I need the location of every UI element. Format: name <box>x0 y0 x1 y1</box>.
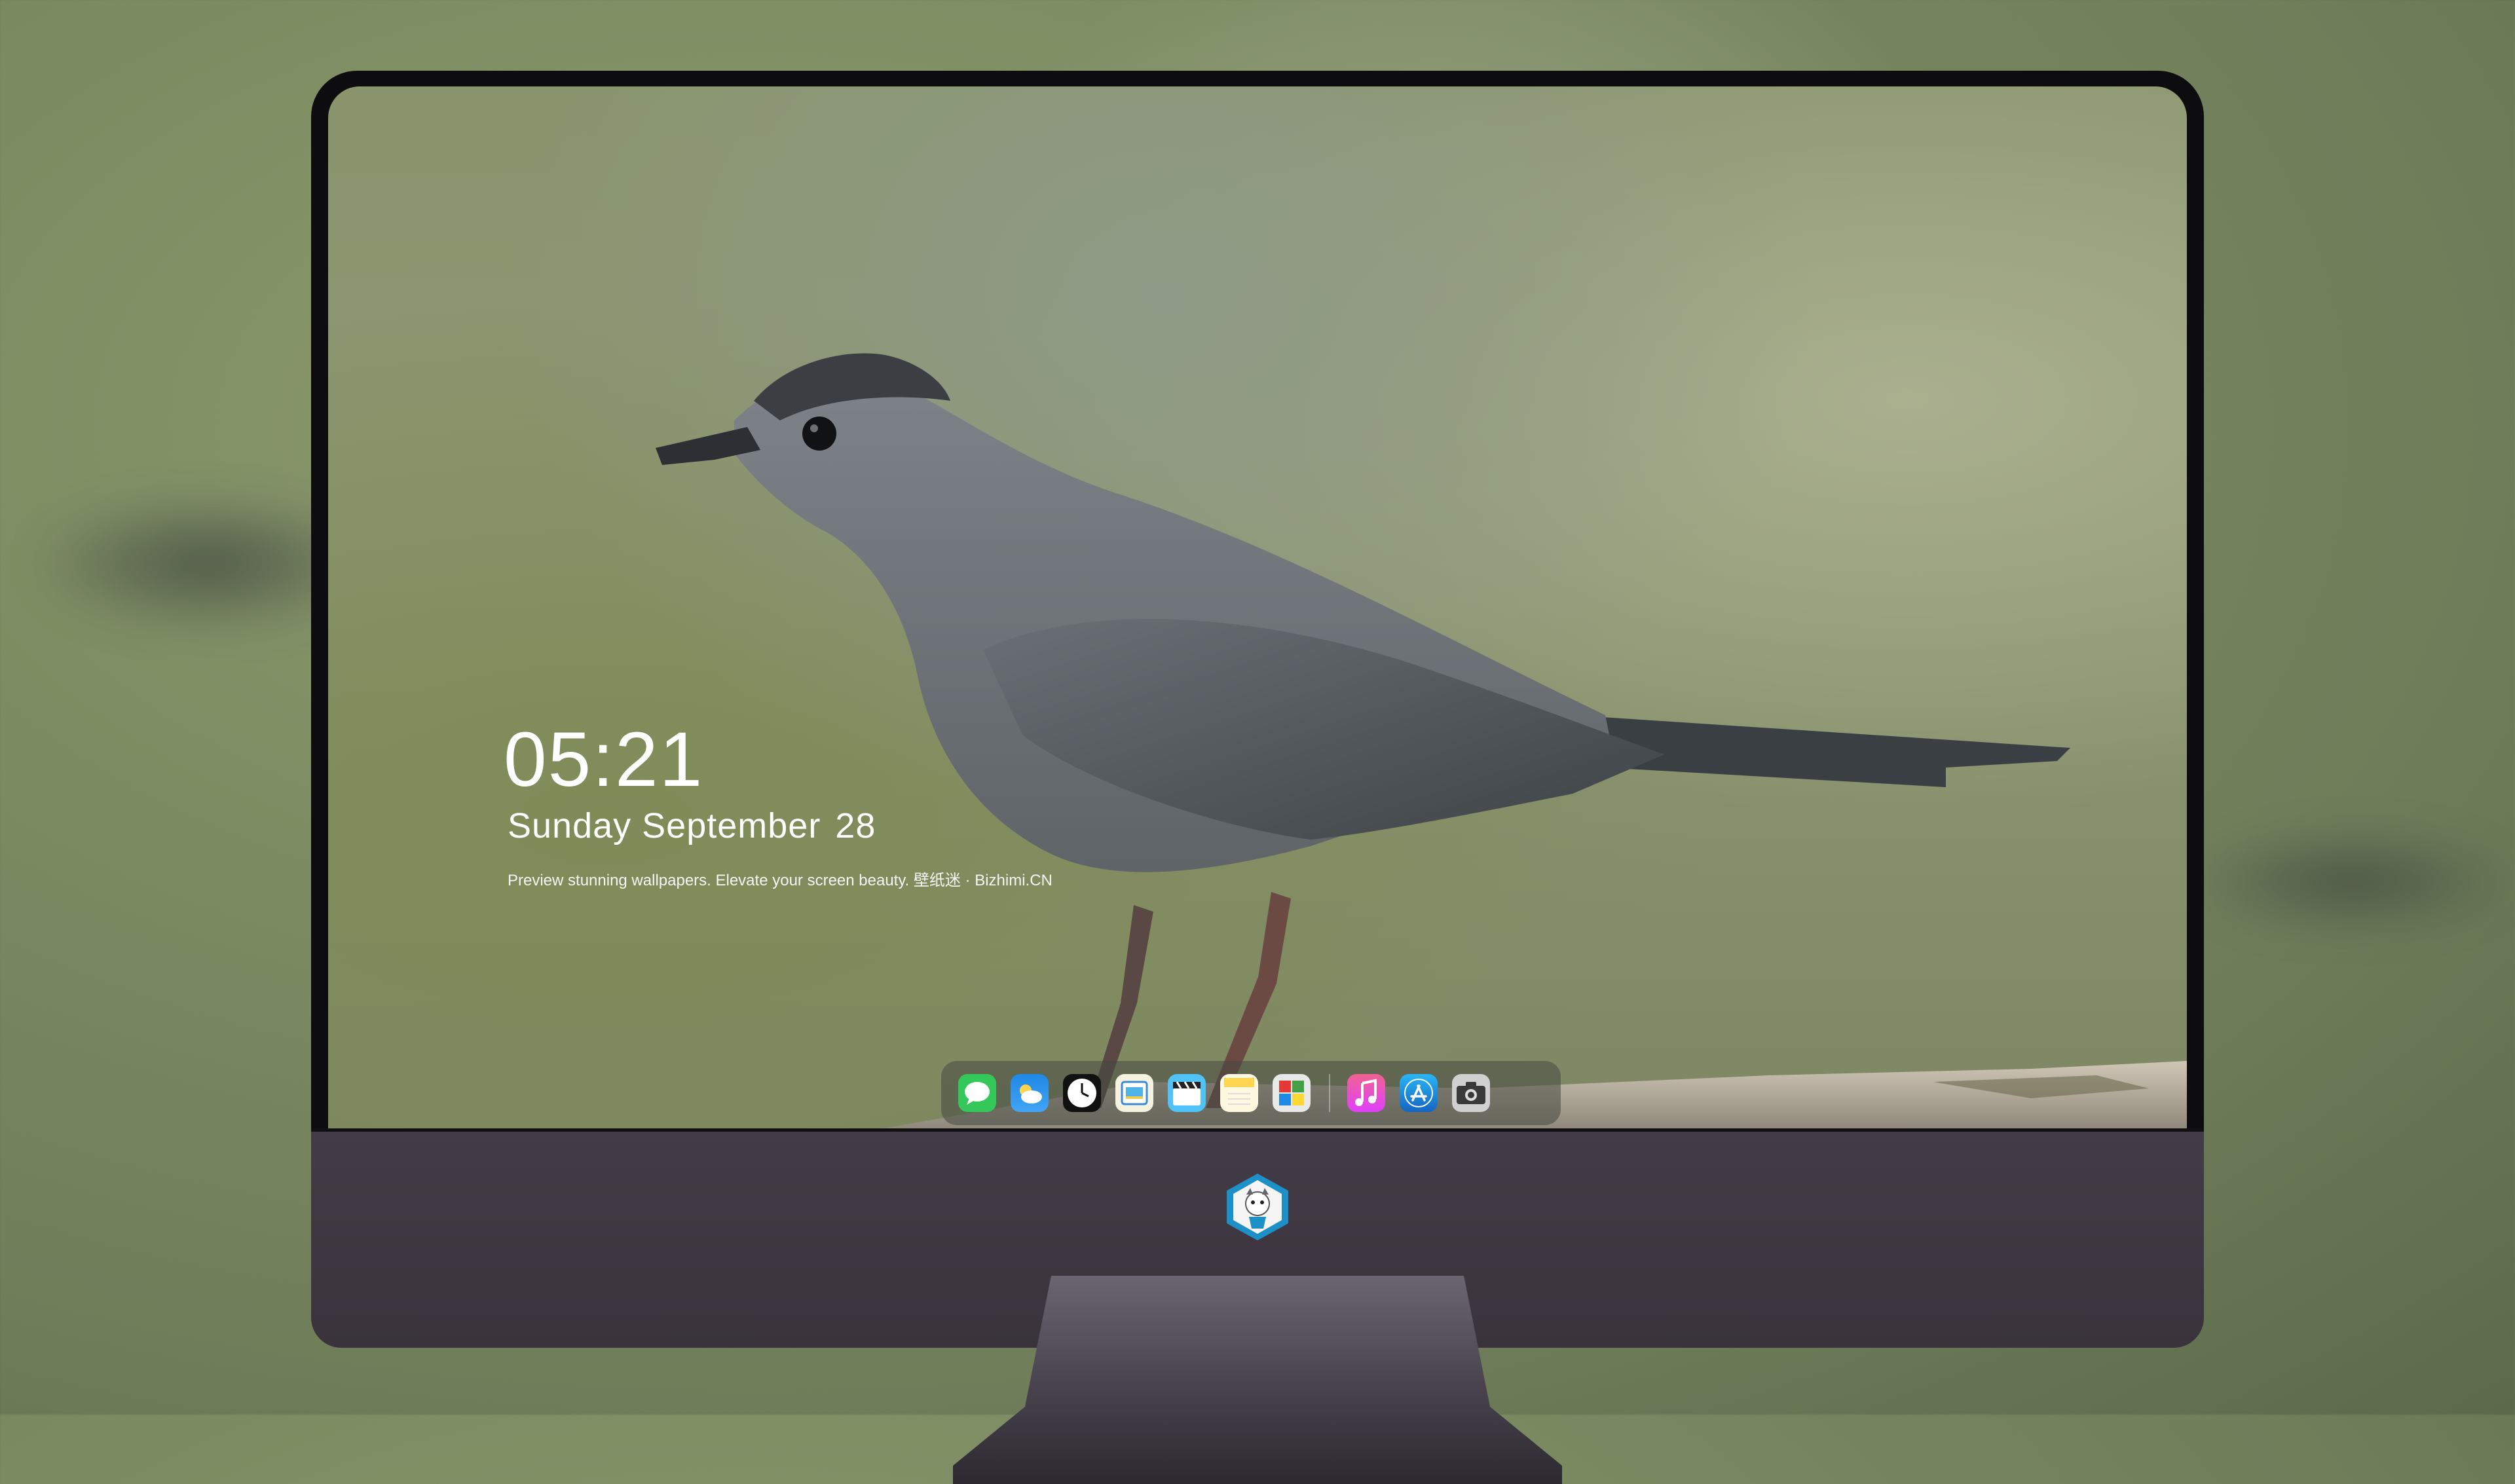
lockscreen-tagline: Preview stunning wallpapers. Elevate you… <box>508 872 1053 889</box>
dock-separator <box>1329 1074 1330 1112</box>
monitor-stand <box>953 1276 1562 1484</box>
app-store-icon[interactable] <box>1400 1074 1438 1112</box>
music-icon[interactable] <box>1347 1074 1385 1112</box>
lockscreen-clock: 05:21 <box>504 716 704 803</box>
dock <box>941 1061 1561 1125</box>
clapperboard-icon[interactable] <box>1168 1074 1206 1112</box>
lockscreen-date-day: 28 <box>835 806 876 845</box>
wallpaper-bird <box>656 353 2187 1132</box>
monitor: 05:21 Sunday September 28 Preview stunnin… <box>311 71 2204 1484</box>
notes-icon[interactable] <box>1220 1074 1258 1112</box>
clock-icon[interactable] <box>1063 1074 1101 1112</box>
weather-icon[interactable] <box>1011 1074 1049 1112</box>
camera-icon[interactable] <box>1452 1074 1490 1112</box>
preview-icon[interactable] <box>1115 1074 1153 1112</box>
lockscreen-date-weekday-month: Sunday September <box>508 806 821 845</box>
messages-icon[interactable] <box>958 1074 996 1112</box>
brand-logo-icon <box>1227 1174 1288 1240</box>
lockscreen-date: Sunday September 28 <box>508 806 876 846</box>
screen: 05:21 Sunday September 28 Preview stunnin… <box>328 86 2187 1132</box>
photo-grid-icon[interactable] <box>1273 1074 1311 1112</box>
background-blur-bird-tail <box>2194 832 2508 930</box>
